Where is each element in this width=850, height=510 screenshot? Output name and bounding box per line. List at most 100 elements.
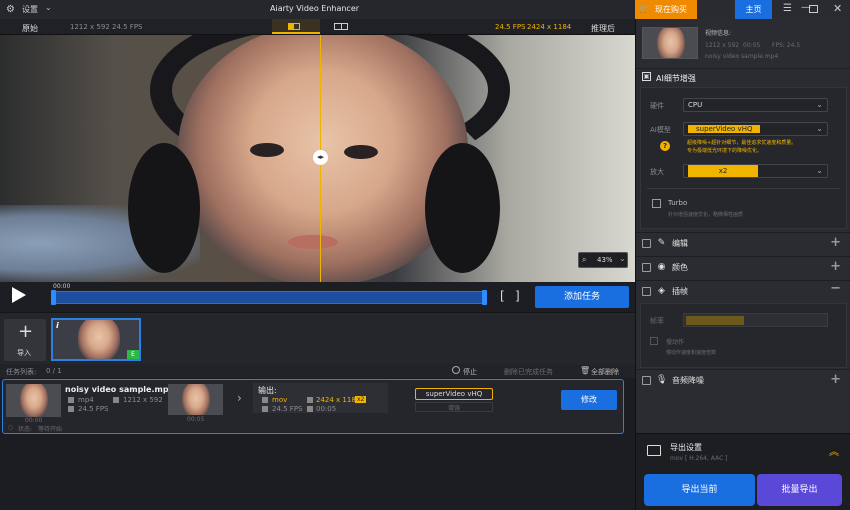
add-task-button[interactable]: 添加任务 <box>535 286 629 308</box>
headphone-right <box>425 143 500 273</box>
edit-task-button[interactable]: 修改 <box>561 390 617 410</box>
side-by-side-icon <box>334 23 348 30</box>
title-bar: ⚙ 设置 ⌄ Aiarty Video Enhancer <box>0 0 635 19</box>
mark-in-icon[interactable]: [ <box>500 289 505 303</box>
slow-motion-checkbox[interactable] <box>650 337 658 345</box>
task-area: 00:00 noisy video sample.mp4 mp4 1212 x … <box>0 378 635 510</box>
magnifier-icon: ⌕ <box>582 255 587 264</box>
audio-checkbox[interactable] <box>642 376 651 385</box>
zoom-value: 43% <box>597 256 613 264</box>
export-title: 导出设置 <box>670 443 702 452</box>
slow-motion-desc: 慢动作速度和速度倍数 <box>666 350 717 356</box>
close-icon[interactable]: ✕ <box>833 2 842 15</box>
menu-icon[interactable]: ☰ <box>783 3 792 14</box>
media-thumbnail[interactable]: i E <box>51 318 141 361</box>
app-title: Aiarty Video Enhancer <box>270 4 360 13</box>
edit-checkbox[interactable] <box>642 239 651 248</box>
video-preview[interactable]: ◂▸ ⌕ 43% ⌄ <box>0 35 635 282</box>
info-res: 1212 x 592 <box>705 42 740 49</box>
export-info: mov [ H.264, AAC ] <box>670 455 728 462</box>
export-batch-button[interactable]: 批量导出 <box>757 474 842 506</box>
cart-icon: 🛒 <box>639 4 649 13</box>
zoom-control[interactable]: ⌕ 43% ⌄ <box>578 252 628 268</box>
maximize-icon[interactable] <box>809 5 818 13</box>
original-label: 原始 <box>22 24 38 33</box>
task-thumbnail <box>6 384 61 417</box>
out-fps-icon <box>262 406 268 412</box>
chevron-down-icon[interactable]: ⌄ <box>45 3 52 12</box>
interp-rate-select[interactable] <box>683 313 828 327</box>
play-icon[interactable] <box>12 287 26 303</box>
home-button[interactable]: 主页 <box>735 0 772 19</box>
out-dur-icon <box>307 406 313 412</box>
color-section[interactable]: ◉ 颜色 + <box>636 256 850 278</box>
ai-section-label: AI细节增强 <box>656 74 696 83</box>
expand-plus-icon[interactable]: + <box>830 372 841 387</box>
split-handle-icon[interactable]: ◂▸ <box>313 150 328 165</box>
turbo-checkbox[interactable] <box>652 199 661 208</box>
model-desc-1: 超级降噪+超针对细节，最佳追求优速度和质量。 <box>687 140 797 146</box>
gear-icon[interactable]: ⚙ <box>6 4 17 15</box>
model-value: superVideo vHQ <box>688 125 761 133</box>
interp-rate-label: 帧率 <box>650 317 664 325</box>
expand-plus-icon[interactable]: + <box>830 259 841 274</box>
ai-section-header[interactable]: ▣ AI细节增强 <box>636 68 850 86</box>
eye-left <box>250 143 284 157</box>
processed-res: 2424 x 1184 <box>527 23 572 31</box>
expand-plus-icon[interactable]: + <box>830 235 841 250</box>
remove-done-button[interactable]: 删除已完成任务 <box>504 367 553 377</box>
interpolation-icon: ◈ <box>658 286 665 296</box>
out-dur: 00:05 <box>316 405 337 413</box>
info-thumbnail <box>642 27 698 59</box>
side-by-side-button[interactable] <box>320 19 368 34</box>
src-fps: 24.5 FPS <box>78 405 109 413</box>
scale-select[interactable]: x2 ⌄ <box>683 164 828 178</box>
interp-checkbox[interactable] <box>642 287 651 296</box>
buy-button[interactable]: 🛒 现在购买 <box>635 0 697 19</box>
edit-task-label: 修改 <box>581 395 597 404</box>
interp-section[interactable]: ◈ 插帧 − <box>636 280 850 302</box>
split-view-button[interactable] <box>272 19 320 34</box>
output-thumbnail-time: 00:05 <box>187 416 205 423</box>
edit-section[interactable]: ✎ 编辑 + <box>636 232 850 254</box>
scale-value: x2 <box>688 165 758 177</box>
task-card[interactable]: 00:00 noisy video sample.mp4 mp4 1212 x … <box>2 379 624 434</box>
hardware-select[interactable]: CPU ⌄ <box>683 98 828 112</box>
info-icon[interactable]: i <box>56 321 59 330</box>
split-view-icon <box>288 23 300 30</box>
trim-end-handle[interactable] <box>482 290 487 305</box>
info-fps: FPS: 24.5 <box>772 42 801 49</box>
processed-label: 推理后 <box>591 24 615 33</box>
model-select[interactable]: superVideo vHQ ⌄ <box>683 122 828 136</box>
status-label: 状态: <box>18 426 33 433</box>
model-sub-tag: 增强 <box>415 402 493 412</box>
info-thumbnail-face <box>657 28 685 58</box>
task-list-label: 任务列表: <box>6 368 37 376</box>
trash-icon[interactable]: 🗑 <box>580 366 590 375</box>
audio-section[interactable]: 🎙 音频降噪 + <box>636 369 850 391</box>
stop-icon[interactable] <box>452 366 460 374</box>
import-button[interactable]: + 导入 <box>4 319 46 361</box>
settings-menu[interactable]: 设置 <box>22 4 38 15</box>
info-file: noisy video sample.mp4 <box>705 53 779 60</box>
stop-button[interactable]: 停止 <box>463 367 477 377</box>
chevron-down-icon: ⌄ <box>619 254 626 263</box>
color-section-label: 颜色 <box>672 263 688 272</box>
chevron-up-icon[interactable]: ︽ <box>829 443 839 458</box>
trim-start-handle[interactable] <box>51 290 56 305</box>
edit-icon: ✎ <box>657 238 666 248</box>
collapse-minus-icon[interactable]: − <box>830 281 841 296</box>
chevron-down-icon: ⌄ <box>816 100 823 109</box>
help-icon[interactable]: ? <box>660 141 670 151</box>
timeline-track[interactable] <box>53 291 487 304</box>
info-title: 视频信息: <box>705 30 732 37</box>
title-bar-right: 🛒 现在购买 主页 ☰ — ✕ <box>635 0 850 19</box>
out-format-icon <box>262 397 268 403</box>
export-current-button[interactable]: 导出当前 <box>644 474 755 506</box>
remove-all-button[interactable]: 全部删除 <box>591 367 619 377</box>
out-res-icon <box>307 397 313 403</box>
color-checkbox[interactable] <box>642 263 651 272</box>
src-res: 1212 x 592 <box>123 396 163 404</box>
mark-out-icon[interactable]: ] <box>515 289 520 303</box>
ai-settings-box: 硬件 CPU ⌄ AI模型 superVideo vHQ ⌄ ? 超级降噪+超针对细… <box>640 87 847 229</box>
